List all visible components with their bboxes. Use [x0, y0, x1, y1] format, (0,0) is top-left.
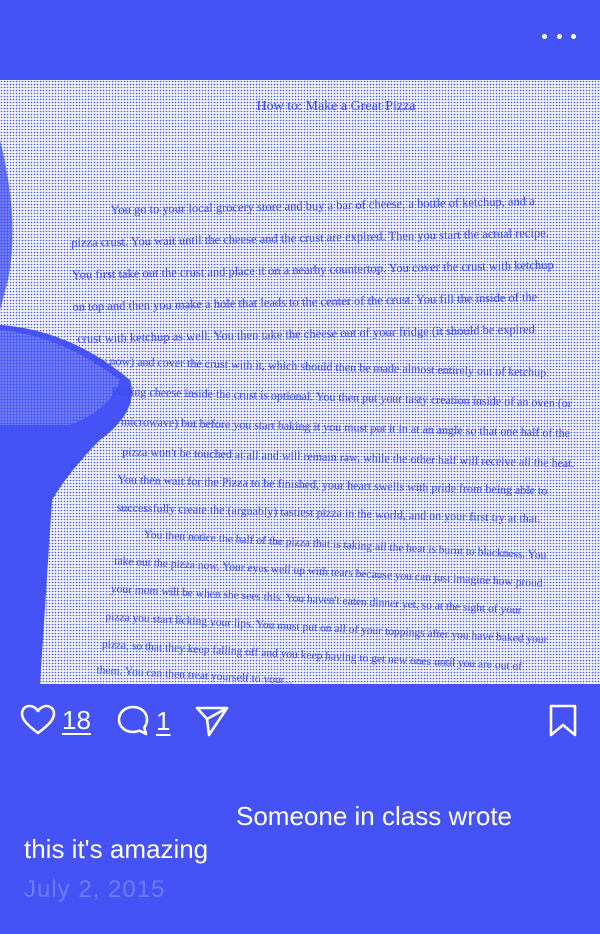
post-caption: Someone in class wrote this it's amazing [24, 800, 576, 866]
document-title: How to: Make a Great Pizza [257, 99, 417, 114]
send-icon [195, 706, 229, 737]
share-button[interactable] [194, 704, 230, 738]
caption-line-1: Someone in class wrote [236, 801, 513, 831]
comment-button[interactable]: 1 [116, 704, 170, 738]
like-count[interactable]: 18 [62, 705, 91, 736]
comment-icon [117, 705, 149, 736]
post-date: July 2, 2015 [24, 876, 166, 903]
caption-line-2: this it's amazing [24, 834, 209, 864]
paper-photo: How to: Make a Great Pizza You go to you… [0, 80, 600, 684]
post-screen: How to: Make a Great Pizza You go to you… [0, 0, 600, 934]
action-bar: 18 1 [0, 684, 600, 760]
top-bar [0, 0, 600, 80]
bookmark-button[interactable] [548, 704, 578, 738]
more-options-icon[interactable] [542, 26, 576, 46]
like-button[interactable]: 18 [20, 704, 91, 736]
heart-icon [20, 704, 56, 735]
post-photo[interactable]: How to: Make a Great Pizza You go to you… [0, 80, 600, 684]
comment-count[interactable]: 1 [156, 706, 170, 737]
bookmark-icon [549, 704, 577, 737]
